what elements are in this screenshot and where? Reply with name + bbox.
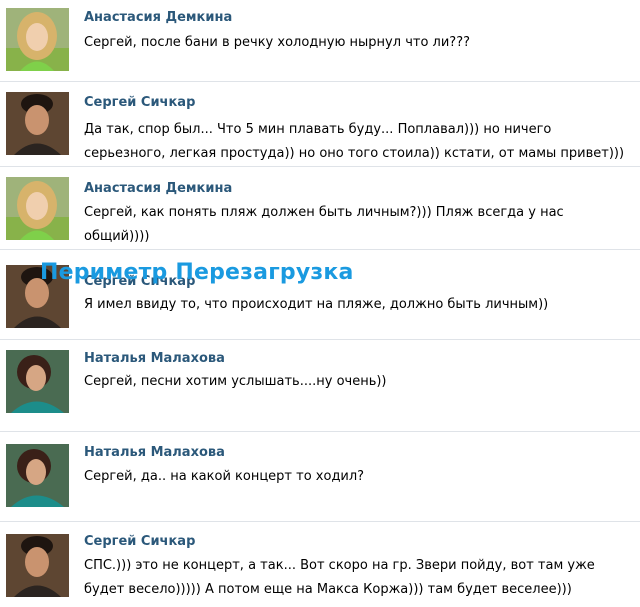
comment-item: Наталья Малахова Сергей, песни хотим усл… (0, 340, 640, 432)
comment-author[interactable]: Анастасия Демкина (84, 10, 232, 25)
comment-author[interactable]: Сергей Сичкар (84, 95, 195, 110)
comment-text: Сергей, после бани в речку холодную нырн… (84, 35, 470, 50)
comment-author[interactable]: Наталья Малахова (84, 445, 225, 460)
comment-item: Наталья Малахова Сергей, да.. на какой к… (0, 432, 640, 522)
comment-author[interactable]: Наталья Малахова (84, 351, 225, 366)
comment-item: Сергей Сичкар Да так, спор был... Что 5 … (0, 82, 640, 167)
avatar[interactable] (6, 350, 69, 413)
comment-author[interactable]: Анастасия Демкина (84, 181, 232, 196)
comment-text: Да так, спор был... Что 5 мин плавать бу… (84, 122, 625, 161)
comment-text: СПС.))) это не концерт, а так... Вот ско… (84, 558, 595, 597)
comment-author[interactable]: Сергей Сичкар (84, 534, 195, 549)
comment-text: Я имел ввиду то, что происходит на пляже… (84, 297, 549, 312)
comment-item: Анастасия Демкина Сергей, после бани в р… (0, 0, 640, 82)
comment-item: Сергей Сичкар СПС.))) это не концерт, а … (0, 522, 640, 607)
comment-text: Сергей, как понять пляж должен быть личн… (84, 205, 564, 244)
comment-text: Сергей, песни хотим услышать....ну очень… (84, 374, 387, 389)
avatar[interactable] (6, 534, 69, 597)
avatar[interactable] (6, 177, 69, 240)
avatar[interactable] (6, 92, 69, 155)
avatar[interactable] (6, 444, 69, 507)
comment-text: Сергей, да.. на какой концерт то ходил? (84, 469, 365, 484)
watermark: Периметр Перезагрузка (40, 260, 354, 285)
comment-item: Анастасия Демкина Сергей, как понять пля… (0, 167, 640, 250)
avatar[interactable] (6, 8, 69, 71)
